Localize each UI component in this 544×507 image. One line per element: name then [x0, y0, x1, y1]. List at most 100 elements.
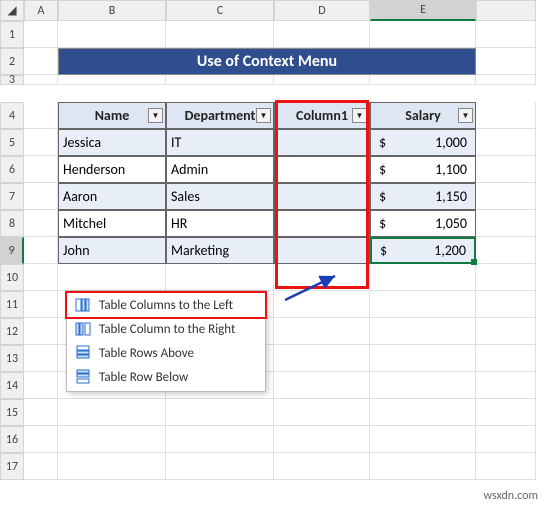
row-header-5[interactable]: 5	[0, 129, 24, 156]
cell[interactable]	[166, 264, 274, 291]
cell[interactable]	[476, 210, 536, 237]
table-cell-name[interactable]: John	[58, 237, 166, 264]
table-cell-dept[interactable]: Admin	[166, 156, 274, 183]
cell[interactable]	[370, 426, 476, 453]
table-cell-salary[interactable]: $1,100	[370, 156, 476, 183]
cell[interactable]	[166, 453, 274, 480]
row-header-4[interactable]: 4	[0, 102, 24, 129]
cell[interactable]	[166, 399, 274, 426]
menu-item-column-right[interactable]: Table Column to the Right	[67, 317, 265, 341]
menu-item-row-below[interactable]: Table Row Below	[67, 365, 265, 389]
cell[interactable]	[476, 102, 536, 129]
cell[interactable]	[24, 291, 58, 318]
table-cell-col1[interactable]	[274, 210, 370, 237]
cell[interactable]	[24, 318, 58, 345]
filter-icon[interactable]: ▼	[256, 108, 271, 123]
cell[interactable]	[24, 372, 58, 399]
row-header-9[interactable]: 9	[0, 237, 24, 264]
row-header-6[interactable]: 6	[0, 156, 24, 183]
cell[interactable]	[166, 75, 274, 85]
cell[interactable]	[274, 75, 370, 85]
cell[interactable]	[370, 291, 476, 318]
cell[interactable]	[24, 75, 58, 85]
selected-cell[interactable]: $1,200	[370, 237, 476, 264]
cell[interactable]	[370, 75, 476, 85]
row-header-15[interactable]: 15	[0, 399, 24, 426]
cell[interactable]	[24, 453, 58, 480]
cell[interactable]	[476, 453, 536, 480]
table-cell-col1[interactable]	[274, 237, 370, 264]
filter-icon[interactable]: ▼	[458, 108, 473, 123]
col-header-B[interactable]: B	[58, 0, 166, 21]
table-cell-dept[interactable]: HR	[166, 210, 274, 237]
col-header-E[interactable]: E	[370, 0, 476, 21]
table-cell-salary[interactable]: $1,000	[370, 129, 476, 156]
cell[interactable]	[476, 237, 536, 264]
cell[interactable]	[58, 399, 166, 426]
cell[interactable]	[476, 426, 536, 453]
cell[interactable]	[24, 48, 58, 75]
cell[interactable]	[24, 399, 58, 426]
cell[interactable]	[24, 210, 58, 237]
cell[interactable]	[58, 21, 166, 48]
table-cell-dept[interactable]: Marketing	[166, 237, 274, 264]
row-header-3[interactable]: 3	[0, 75, 24, 85]
cell[interactable]	[370, 399, 476, 426]
cell[interactable]	[274, 426, 370, 453]
row-header-8[interactable]: 8	[0, 210, 24, 237]
cell[interactable]	[274, 345, 370, 372]
column-header-department[interactable]: Department▼	[166, 102, 274, 129]
cell[interactable]	[476, 318, 536, 345]
cell[interactable]	[274, 21, 370, 48]
row-header-11[interactable]: 11	[0, 291, 24, 318]
cell[interactable]	[58, 453, 166, 480]
cell[interactable]	[274, 399, 370, 426]
column-header-column1[interactable]: Column1▼	[274, 102, 370, 129]
table-cell-dept[interactable]: Sales	[166, 183, 274, 210]
cell[interactable]	[24, 21, 58, 48]
cell[interactable]	[370, 345, 476, 372]
row-header-10[interactable]: 10	[0, 264, 24, 291]
cell[interactable]	[166, 21, 274, 48]
cell[interactable]	[370, 264, 476, 291]
cell[interactable]	[476, 48, 536, 75]
col-header-extra[interactable]	[476, 0, 536, 21]
cell[interactable]	[476, 156, 536, 183]
row-header-16[interactable]: 16	[0, 426, 24, 453]
filter-icon[interactable]: ▼	[352, 108, 367, 123]
cell[interactable]	[58, 75, 166, 85]
cell[interactable]	[24, 156, 58, 183]
cell[interactable]	[166, 426, 274, 453]
cell[interactable]	[24, 102, 58, 129]
cell[interactable]	[370, 453, 476, 480]
cell[interactable]	[370, 318, 476, 345]
cell[interactable]	[476, 183, 536, 210]
cell[interactable]	[274, 453, 370, 480]
select-all-corner[interactable]: ◢	[0, 0, 24, 21]
cell[interactable]	[476, 399, 536, 426]
table-cell-salary[interactable]: $1,050	[370, 210, 476, 237]
menu-item-columns-left[interactable]: Table Columns to the Left	[67, 293, 265, 317]
table-cell-salary[interactable]: $1,150	[370, 183, 476, 210]
cell[interactable]	[24, 426, 58, 453]
table-cell-name[interactable]: Mitchel	[58, 210, 166, 237]
table-cell-name[interactable]: Aaron	[58, 183, 166, 210]
col-header-D[interactable]: D	[274, 0, 370, 21]
menu-item-rows-above[interactable]: Table Rows Above	[67, 341, 265, 365]
row-header-2[interactable]: 2	[0, 48, 24, 75]
cell[interactable]	[24, 264, 58, 291]
cell[interactable]	[24, 237, 58, 264]
row-header-1[interactable]: 1	[0, 21, 24, 48]
column-header-name[interactable]: Name▼	[58, 102, 166, 129]
table-cell-col1[interactable]	[274, 183, 370, 210]
table-cell-dept[interactable]: IT	[166, 129, 274, 156]
col-header-C[interactable]: C	[166, 0, 274, 21]
cell[interactable]	[274, 318, 370, 345]
cell[interactable]	[24, 345, 58, 372]
table-cell-name[interactable]: Henderson	[58, 156, 166, 183]
cell[interactable]	[476, 291, 536, 318]
cell[interactable]	[370, 21, 476, 48]
row-header-14[interactable]: 14	[0, 372, 24, 399]
table-cell-col1[interactable]	[274, 156, 370, 183]
table-cell-col1[interactable]	[274, 129, 370, 156]
